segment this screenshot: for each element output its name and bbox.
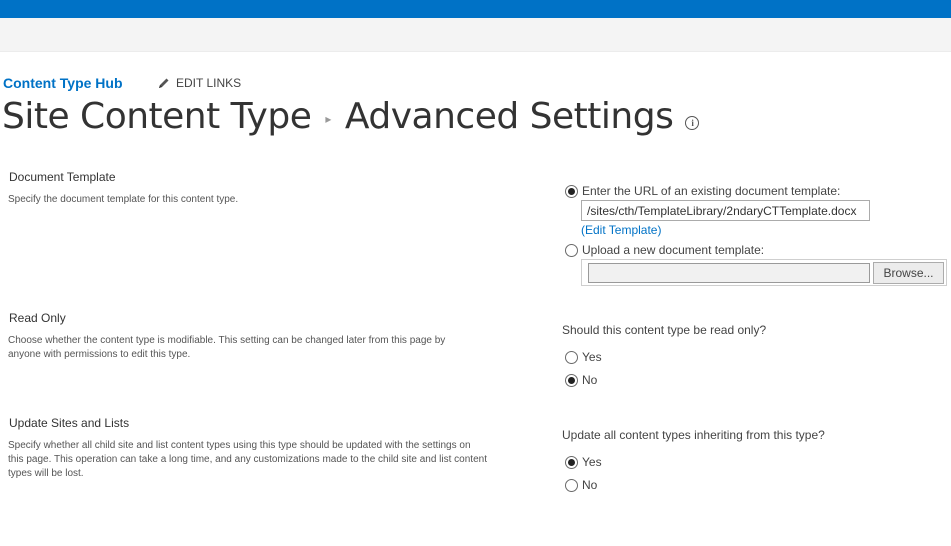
upload-template-option[interactable]: Upload a new document template:: [565, 243, 764, 257]
info-icon[interactable]: i: [685, 115, 700, 130]
update-sites-no-radio[interactable]: [565, 478, 578, 492]
breadcrumb-separator-icon: ▸: [325, 111, 331, 126]
template-url-input[interactable]: [581, 200, 870, 221]
read-only-yes-label: Yes: [582, 350, 602, 364]
existing-template-label: Enter the URL of an existing document te…: [582, 184, 841, 198]
page-title: Site Content Type ▸ Advanced Settings i: [2, 96, 700, 137]
edit-template-link[interactable]: (Edit Template): [581, 223, 661, 237]
update-sites-no-option[interactable]: No: [565, 478, 597, 492]
update-sites-yes-label: Yes: [582, 455, 602, 469]
file-path-input[interactable]: [588, 263, 870, 283]
read-only-yes-radio[interactable]: [565, 350, 578, 364]
update-sites-no-label: No: [582, 478, 598, 492]
read-only-no-label: No: [582, 373, 598, 387]
existing-template-radio[interactable]: [565, 184, 578, 198]
read-only-yes-option[interactable]: Yes: [565, 350, 602, 364]
read-only-question: Should this content type be read only?: [562, 323, 767, 337]
page-title-part1: Site Content Type: [2, 96, 312, 137]
browse-button[interactable]: Browse...: [873, 262, 944, 284]
update-sites-title: Update Sites and Lists: [9, 416, 130, 430]
site-name-link[interactable]: Content Type Hub: [3, 75, 123, 91]
upload-template-label: Upload a new document template:: [582, 243, 765, 257]
read-only-title: Read Only: [9, 311, 66, 325]
read-only-no-radio[interactable]: [565, 373, 578, 387]
update-sites-question: Update all content types inheriting from…: [562, 428, 825, 442]
page-title-part2: Advanced Settings: [344, 96, 674, 137]
read-only-description: Choose whether the content type is modif…: [8, 335, 446, 360]
document-template-title: Document Template: [9, 170, 116, 184]
update-sites-description: Specify whether all child site and list …: [8, 440, 487, 479]
ribbon-bar: [0, 18, 951, 52]
upload-field: Browse...: [581, 259, 947, 286]
existing-template-option[interactable]: Enter the URL of an existing document te…: [565, 184, 840, 198]
read-only-no-option[interactable]: No: [565, 373, 597, 387]
upload-template-radio[interactable]: [565, 243, 578, 257]
document-template-description: Specify the document template for this c…: [8, 194, 239, 205]
update-sites-yes-option[interactable]: Yes: [565, 455, 602, 469]
suite-bar: [0, 0, 951, 18]
pencil-icon: [159, 78, 169, 88]
edit-links-label: EDIT LINKS: [176, 76, 242, 90]
update-sites-yes-radio[interactable]: [565, 455, 578, 469]
edit-links-button[interactable]: EDIT LINKS: [158, 76, 241, 90]
